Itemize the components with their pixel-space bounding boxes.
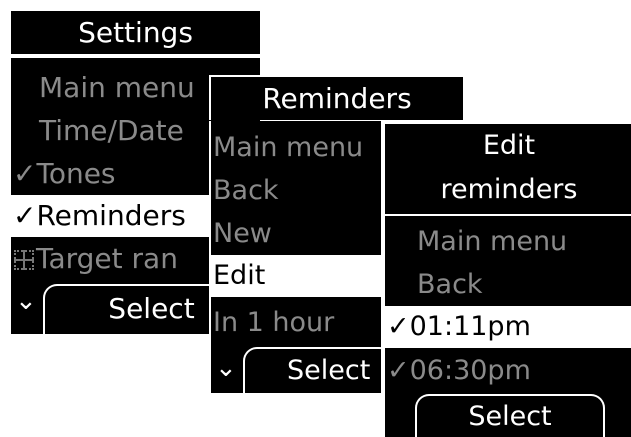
edit-reminders-item-main-menu[interactable]: Main menu	[385, 220, 631, 263]
edit-reminders-menu: Main menu Back ✓01:11pm ✓06:30pm Select	[383, 216, 631, 437]
check-icon: ✓	[387, 311, 410, 342]
check-icon: ✓	[13, 157, 37, 190]
edit-reminders-title: Edit reminders	[383, 122, 631, 214]
reminders-menu: Main menu Back New Edit In 1 hour ⌄ Sele…	[209, 121, 381, 393]
edit-reminders-item-back[interactable]: Back	[385, 263, 631, 306]
chevron-down-icon[interactable]: ⌄	[15, 286, 37, 316]
grid-icon	[14, 250, 34, 270]
reminders-title: Reminders	[209, 75, 463, 120]
check-icon: ✓	[387, 355, 410, 386]
check-icon: ✓	[13, 199, 37, 232]
edit-reminders-item-0111pm[interactable]: ✓01:11pm	[385, 306, 631, 348]
reminders-select-button[interactable]: Select	[243, 347, 381, 393]
settings-title: Settings	[11, 11, 260, 54]
chevron-down-icon[interactable]: ⌄	[215, 353, 237, 383]
reminders-item-back[interactable]: Back	[211, 169, 381, 212]
reminders-item-main-menu[interactable]: Main menu	[211, 126, 381, 169]
edit-reminders-select-button[interactable]: Select	[415, 394, 605, 437]
reminders-item-edit[interactable]: Edit	[211, 255, 381, 297]
reminders-item-in-1-hour[interactable]: In 1 hour	[211, 301, 381, 344]
reminders-item-new[interactable]: New	[211, 212, 381, 255]
edit-reminders-item-0630pm[interactable]: ✓06:30pm	[385, 349, 631, 392]
